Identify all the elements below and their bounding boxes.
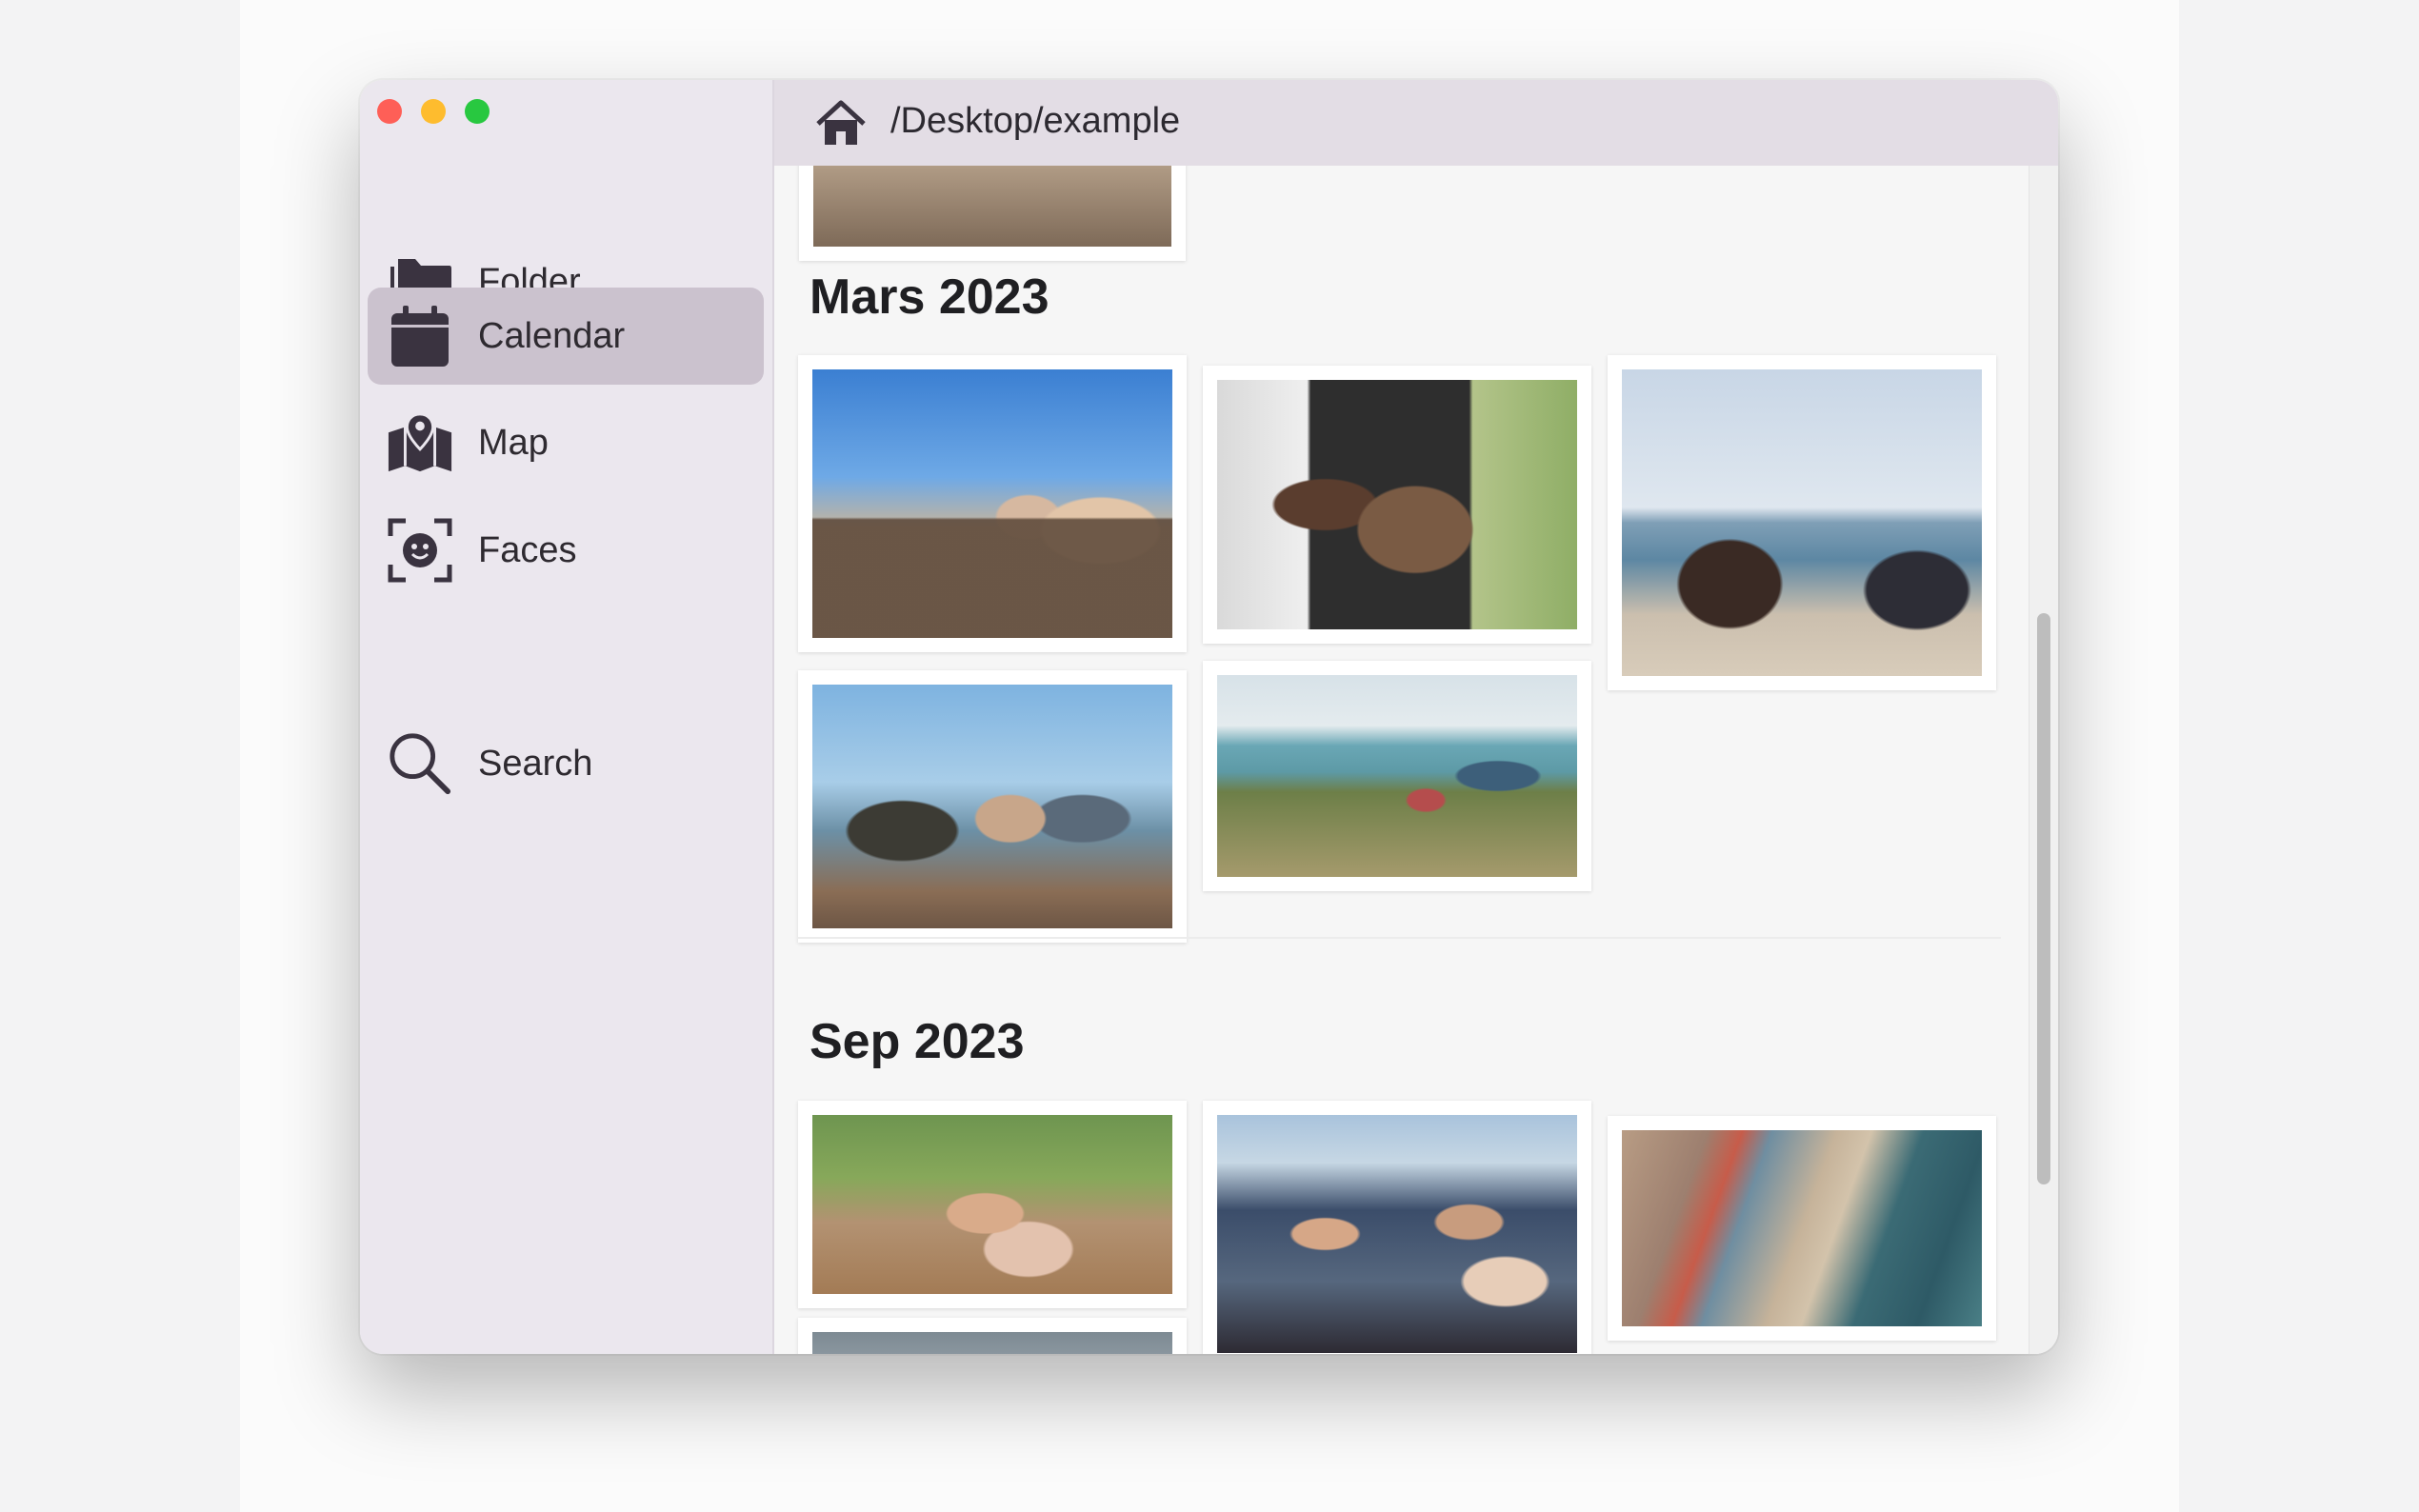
sidebar-item-label: Search	[478, 743, 593, 784]
photo-thumbnail[interactable]	[798, 355, 1187, 652]
calendar-icon	[387, 303, 453, 369]
home-icon[interactable]	[814, 97, 868, 150]
path-bar: /Desktop/example	[774, 80, 2058, 166]
path-label: /Desktop/example	[890, 101, 1181, 141]
map-icon	[387, 409, 453, 476]
zoom-button[interactable]	[465, 99, 490, 124]
photo-thumbnail[interactable]	[798, 1318, 1187, 1354]
photo-thumbnail[interactable]	[798, 670, 1187, 943]
sidebar-item-faces[interactable]: Faces	[368, 502, 764, 599]
photo-thumbnail[interactable]	[1203, 366, 1591, 644]
photo-thumbnail[interactable]	[1203, 1101, 1591, 1354]
sidebar-item-label: Calendar	[478, 315, 626, 356]
main-content: /Desktop/example Mars 2023 Sep 2023	[774, 80, 2058, 1354]
sidebar: Folder Calendar Map Faces Search	[360, 80, 774, 1354]
minimize-button[interactable]	[421, 99, 446, 124]
window-controls	[377, 99, 490, 124]
photo-thumbnail[interactable]	[1608, 1116, 1996, 1341]
photo-thumbnail[interactable]	[1203, 661, 1591, 891]
sidebar-item-search[interactable]: Search	[368, 715, 764, 812]
sidebar-item-calendar[interactable]: Calendar	[368, 288, 764, 385]
section-divider	[797, 937, 2001, 939]
scrollbar[interactable]	[2029, 166, 2058, 1354]
close-button[interactable]	[377, 99, 402, 124]
sidebar-item-label: Map	[478, 422, 549, 463]
scrollbar-thumb[interactable]	[2037, 613, 2050, 1184]
sidebar-item-label: Faces	[478, 529, 577, 570]
sidebar-item-map[interactable]: Map	[368, 394, 764, 491]
app-window: Folder Calendar Map Faces Search /Deskto…	[360, 80, 2058, 1354]
photo-thumbnail[interactable]	[1608, 355, 1996, 690]
section-title: Sep 2023	[810, 1014, 1025, 1069]
section-title: Mars 2023	[810, 269, 1050, 325]
search-icon	[387, 730, 453, 797]
faces-icon	[387, 517, 453, 584]
photo-thumbnail[interactable]	[798, 1101, 1187, 1308]
